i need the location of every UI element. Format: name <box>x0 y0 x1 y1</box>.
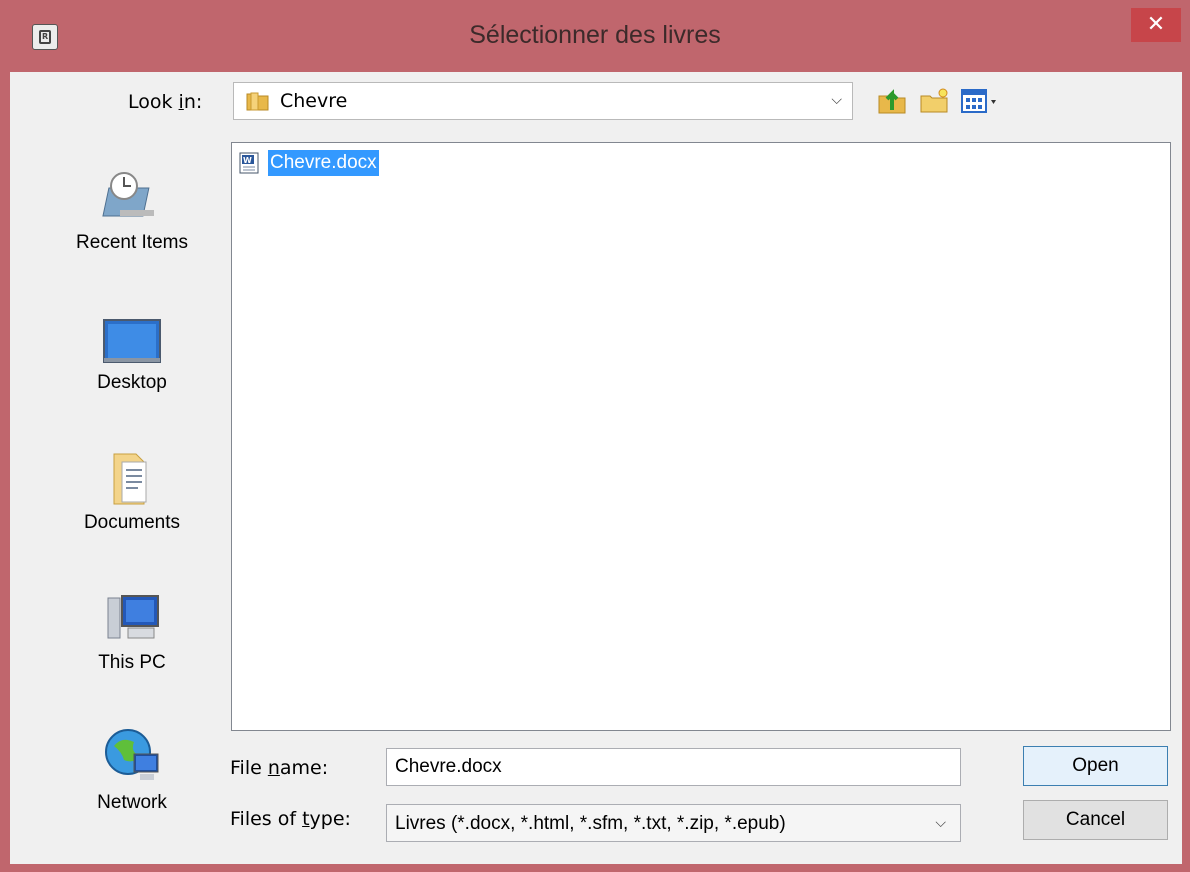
place-desktop[interactable]: Desktop <box>44 304 220 394</box>
file-name-label: File name: <box>230 757 329 779</box>
list-item[interactable]: W Chevre.docx <box>238 147 379 179</box>
file-name-input[interactable] <box>386 748 961 786</box>
close-icon: ✕ <box>1146 12 1166 37</box>
look-in-label: Look in: <box>128 91 203 113</box>
folder-icon <box>246 92 269 111</box>
svg-text:W: W <box>243 156 252 165</box>
file-type-value: Livres (*.docx, *.html, *.sfm, *.txt, *.… <box>395 813 786 834</box>
documents-icon <box>113 453 147 505</box>
place-documents[interactable]: Documents <box>44 444 220 534</box>
file-type-label: Files of type: <box>230 808 351 830</box>
dialog-title: Sélectionner des livres <box>469 21 721 49</box>
network-icon <box>105 729 159 780</box>
place-this-pc[interactable]: This PC <box>44 584 220 674</box>
computer-icon <box>107 595 159 639</box>
word-document-icon: W <box>239 152 259 174</box>
place-recent-items[interactable]: Recent Items <box>44 164 220 254</box>
title-bar[interactable]: R Sélectionner des livres ✕ <box>0 0 1190 80</box>
chevron-down-icon[interactable]: ⌵ <box>831 92 842 108</box>
close-button[interactable]: ✕ <box>1131 8 1181 42</box>
cancel-button[interactable]: Cancel <box>1023 800 1168 840</box>
desktop-icon <box>103 319 161 363</box>
file-name: Chevre.docx <box>268 150 379 176</box>
view-menu-icon[interactable] <box>960 84 1006 116</box>
chevron-down-icon[interactable]: ⌵ <box>935 815 946 831</box>
open-button[interactable]: Open <box>1023 746 1168 786</box>
look-in-value: Chevre <box>280 90 348 112</box>
file-list[interactable]: W Chevre.docx <box>231 142 1171 731</box>
up-folder-icon[interactable] <box>876 84 908 116</box>
file-type-select[interactable]: Livres (*.docx, *.html, *.sfm, *.txt, *.… <box>386 804 961 842</box>
new-folder-icon[interactable] <box>919 84 951 116</box>
look-in-combobox[interactable]: Chevre ⌵ <box>233 82 853 120</box>
recent-items-icon <box>102 172 154 217</box>
place-network[interactable]: Network <box>44 724 220 814</box>
